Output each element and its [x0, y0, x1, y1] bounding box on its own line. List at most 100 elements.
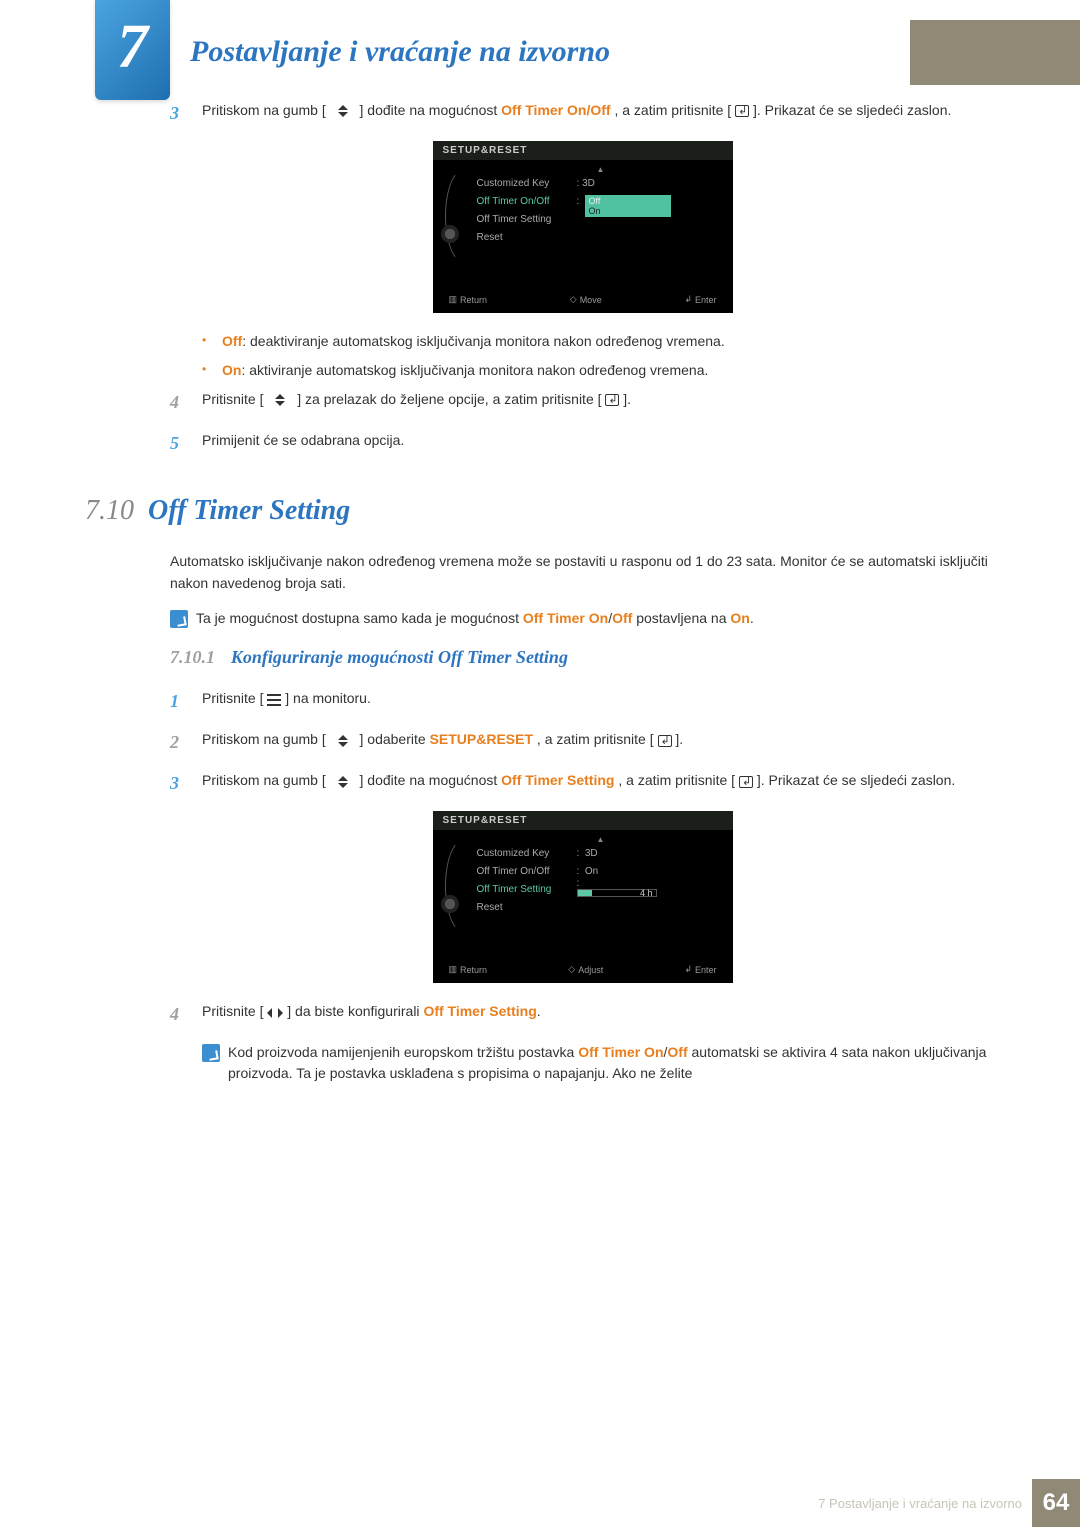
h: On [730, 610, 749, 626]
page: 7 Postavljanje i vraćanje na izvorno 3 P… [0, 0, 1080, 1527]
t: Enter [695, 295, 717, 305]
nav-updown-icon [267, 394, 293, 406]
t: ] da biste konfigurirali [287, 1003, 423, 1019]
t: . [750, 610, 754, 626]
option-on: On [589, 206, 667, 216]
osd-title: SETUP&RESET [433, 141, 733, 160]
t: Pritisnite [ [202, 1003, 263, 1019]
t: postavljena na [636, 610, 730, 626]
top-stripe-decor [910, 20, 1080, 85]
note-1: Ta je mogućnost dostupna samo kada je mo… [170, 608, 995, 629]
bullet-list: • Off: deaktiviranje automatskog isključ… [202, 331, 995, 381]
osd-list: ▲ Customized Key : 3D Off Timer On/Off :… [469, 160, 725, 290]
step-text: Primijenit će se odabrana opcija. [202, 430, 995, 457]
text: Pritisnite [ [202, 391, 263, 407]
h: SETUP&RESET [430, 731, 533, 747]
step-text: Pritisnite [ ] na monitoru. [202, 688, 995, 715]
subsection-number: 7.10.1 [170, 647, 215, 667]
h: Off Timer Setting [423, 1003, 536, 1019]
footer-enter: ↲ Enter [684, 294, 716, 305]
substep-1: 1 Pritisnite [ ] na monitoru. [170, 688, 995, 715]
menu-icon [267, 694, 281, 706]
osd-title: SETUP&RESET [433, 811, 733, 830]
note-icon [202, 1044, 228, 1062]
t: ]. [675, 731, 683, 747]
step-number: 4 [170, 389, 202, 416]
t: . [537, 1003, 541, 1019]
footer-adjust: ◇ Adjust [568, 964, 603, 975]
text: ]. Prikazat će se sljedeći zaslon. [753, 102, 951, 118]
nav-updown-icon [330, 735, 356, 747]
osd-value: : On [577, 866, 667, 877]
text: ] za prelazak do željene opcije, a zatim… [297, 391, 601, 407]
val: On [585, 866, 598, 877]
step-number: 1 [170, 688, 202, 715]
spacer [477, 916, 725, 950]
osd-arc-decor [441, 840, 469, 960]
section-heading: 7.10 Off Timer Setting [85, 495, 995, 527]
nav-updown-icon [330, 776, 356, 788]
footer-move: ◇ Move [570, 294, 602, 305]
osd-footer: ▥ Return ◇ Adjust ↲ Enter [433, 960, 733, 975]
section-number: 7.10 [85, 495, 134, 527]
up-arrow-icon: ▲ [477, 832, 725, 844]
text: , a zatim pritisnite [ [614, 102, 731, 118]
osd-label: Reset [477, 232, 577, 243]
note-icon [170, 610, 196, 628]
osd-label: Customized Key [477, 178, 577, 189]
footer-return: ▥ Return [449, 964, 488, 975]
step-number: 3 [170, 100, 202, 127]
val: 3D [582, 178, 595, 189]
step-text: Pritisnite [ ] da biste konfigurirali Of… [202, 1001, 995, 1028]
nav-leftright-icon [267, 1007, 283, 1019]
osd-label-selected: Off Timer On/Off [477, 196, 577, 207]
osd-value: : 3D [577, 848, 667, 859]
osd-label: Off Timer Setting [477, 214, 577, 225]
step-3: 3 Pritiskom na gumb [ ] dođite na mogućn… [170, 100, 995, 127]
t: ] na monitoru. [285, 690, 371, 706]
section-paragraph: Automatsko isključivanje nakon određenog… [170, 551, 995, 594]
substep-3: 3 Pritiskom na gumb [ ] dođite na mogućn… [170, 770, 995, 797]
t: Pritiskom na gumb [ [202, 731, 326, 747]
chapter-header: 7 Postavljanje i vraćanje na izvorno [85, 0, 995, 20]
text: ] dođite na mogućnost [360, 102, 502, 118]
osd-label: Customized Key [477, 848, 577, 859]
chapter-number: 7 [95, 0, 170, 95]
t: Return [460, 965, 487, 975]
bullet-text: On: aktiviranje automatskog isključivanj… [222, 360, 708, 381]
osd-row-off-timer-setting: Off Timer Setting : 4 h [477, 880, 725, 898]
subsection-heading: 7.10.1 Konfiguriranje mogućnosti Off Tim… [170, 647, 995, 668]
bullet-dot-icon: • [202, 360, 222, 381]
text: Pritiskom na gumb [ [202, 102, 326, 118]
spacer [477, 246, 725, 280]
osd-list: ▲ Customized Key : 3D Off Timer On/Off :… [469, 830, 725, 960]
footer-return: ▥ Return [449, 294, 488, 305]
step-number: 5 [170, 430, 202, 457]
subsection-title: Konfiguriranje mogućnosti Off Timer Sett… [231, 647, 568, 667]
step-text: Pritiskom na gumb [ ] odaberite SETUP&RE… [202, 729, 995, 756]
t: Move [580, 295, 602, 305]
osd-row-customized-key: Customized Key : 3D [477, 844, 725, 862]
t: Ta je mogućnost dostupna samo kada je mo… [196, 610, 523, 626]
osd-footer: ▥ Return ◇ Move ↲ Enter [433, 290, 733, 305]
h: Off Timer On [523, 610, 608, 626]
enter-icon [735, 105, 749, 117]
footer-page-number: 64 [1032, 1479, 1080, 1527]
slider-fill [578, 890, 592, 896]
enter-icon [605, 394, 619, 406]
osd-body: ▲ Customized Key : 3D Off Timer On/Off :… [433, 830, 733, 960]
h: Off Timer Setting [501, 772, 614, 788]
bullet-off: • Off: deaktiviranje automatskog isključ… [202, 331, 995, 352]
t: , a zatim pritisnite [ [537, 731, 654, 747]
note-2: Kod proizvoda namijenjenih europskom trž… [202, 1042, 995, 1084]
val: 3D [585, 848, 598, 859]
text: ]. [623, 391, 631, 407]
t: ] odaberite [360, 731, 430, 747]
step-4: 4 Pritisnite [ ] za prelazak do željene … [170, 389, 995, 416]
step-text: Pritiskom na gumb [ ] dođite na mogućnos… [202, 770, 995, 797]
label: On [222, 362, 241, 378]
gear-icon [441, 895, 459, 913]
osd-row-reset: Reset [477, 898, 725, 916]
nav-updown-icon [330, 105, 356, 117]
bullet-dot-icon: • [202, 331, 222, 352]
